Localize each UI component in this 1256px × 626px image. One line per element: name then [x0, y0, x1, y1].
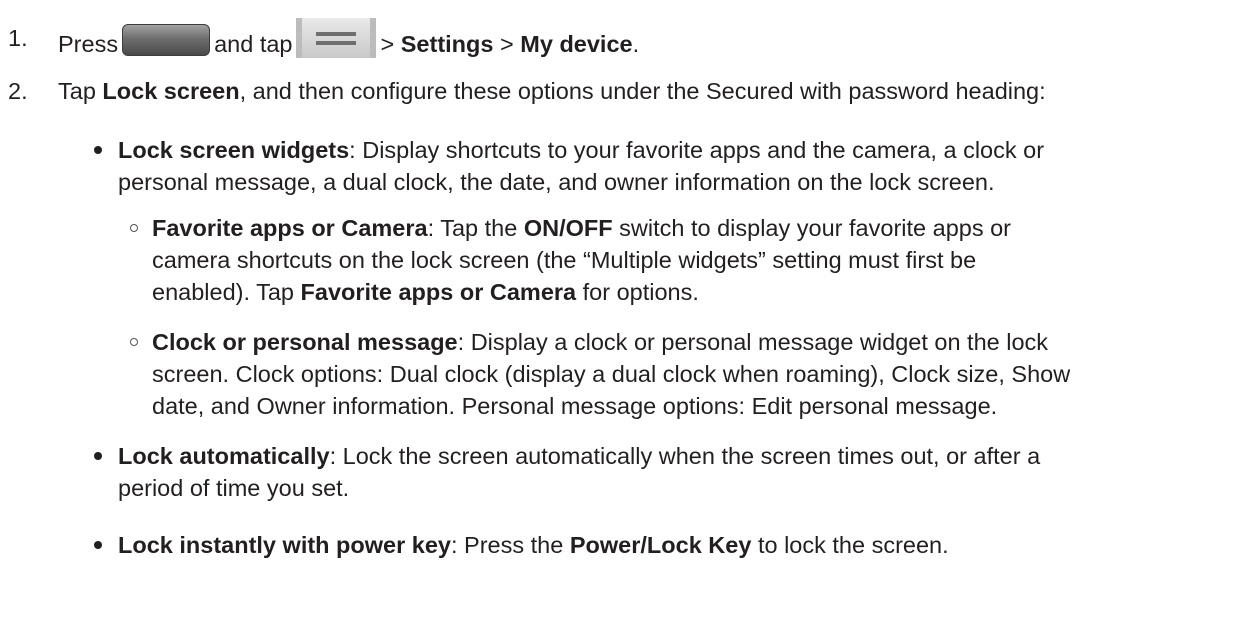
- item-text: : Lock the screen automatically when the…: [329, 443, 1041, 469]
- favorite-apps-item: Favorite apps or Camera: Tap the ON/OFF …: [152, 212, 1248, 308]
- item-text: for options.: [582, 279, 699, 305]
- clock-message-item: Clock or personal message: Display a clo…: [152, 326, 1248, 422]
- separator: >: [380, 31, 395, 57]
- power-lock-key-term: Power/Lock Key: [569, 532, 752, 558]
- item-text: : Tap the: [427, 215, 518, 241]
- item-text: enabled). Tap: [152, 279, 294, 305]
- settings-term: Settings: [400, 31, 494, 57]
- item-text: : Display a clock or personal message wi…: [457, 329, 1049, 355]
- favorite-apps-term: Favorite apps or Camera: [152, 215, 428, 241]
- lock-automatically-item: Lock automatically: Lock the screen auto…: [118, 440, 1248, 504]
- step-1-text: Press and tap > Settings > My device.: [58, 18, 1248, 60]
- item-text: camera shortcuts on the lock screen (the…: [152, 247, 977, 273]
- lock-screen-widgets-item: Lock screen widgets: Display shortcuts t…: [118, 134, 1248, 198]
- clock-message-term: Clock or personal message: [152, 329, 458, 355]
- home-key-icon: [122, 24, 211, 56]
- period: .: [632, 31, 640, 57]
- lock-instantly-item: Lock instantly with power key: Press the…: [118, 529, 1248, 561]
- item-text: : Display shortcuts to your favorite app…: [349, 137, 1045, 163]
- sub-bullet-ring: [130, 338, 138, 346]
- step-2-number: 2.: [8, 78, 28, 104]
- on-off-term: ON/OFF: [523, 215, 613, 241]
- item-text: switch to display your favorite apps or: [619, 215, 1012, 241]
- lock-screen-term: Lock screen: [102, 78, 240, 104]
- separator: >: [500, 31, 514, 57]
- favorite-apps-term: Favorite apps or Camera: [300, 279, 577, 305]
- lock-automatically-term: Lock automatically: [118, 443, 330, 469]
- item-text: : Press the: [451, 532, 564, 558]
- item-text: date, and Owner information. Personal me…: [152, 393, 998, 419]
- my-device-term: My device: [520, 31, 633, 57]
- press-label: Press: [58, 31, 119, 57]
- lock-screen-widgets-term: Lock screen widgets: [118, 137, 350, 163]
- step-1-number: 1.: [8, 25, 28, 51]
- item-text: to lock the screen.: [757, 532, 949, 558]
- bullet-dot: [94, 146, 102, 154]
- bullet-dot: [94, 541, 102, 549]
- item-text: period of time you set.: [118, 475, 350, 501]
- lock-instantly-term: Lock instantly with power key: [118, 532, 451, 558]
- and-tap-label: and tap: [214, 31, 293, 57]
- step-2-rest: , and then configure these options under…: [239, 78, 1046, 104]
- sub-bullet-ring: [130, 224, 138, 232]
- item-text: personal message, a dual clock, the date…: [118, 169, 995, 195]
- bullet-dot: [94, 452, 102, 460]
- step-2-text: Tap Lock screen, and then configure thes…: [58, 75, 1248, 107]
- menu-key-icon: [296, 18, 377, 58]
- item-text: screen. Clock options: Dual clock (displ…: [152, 361, 1071, 387]
- tap-label: Tap: [58, 78, 96, 104]
